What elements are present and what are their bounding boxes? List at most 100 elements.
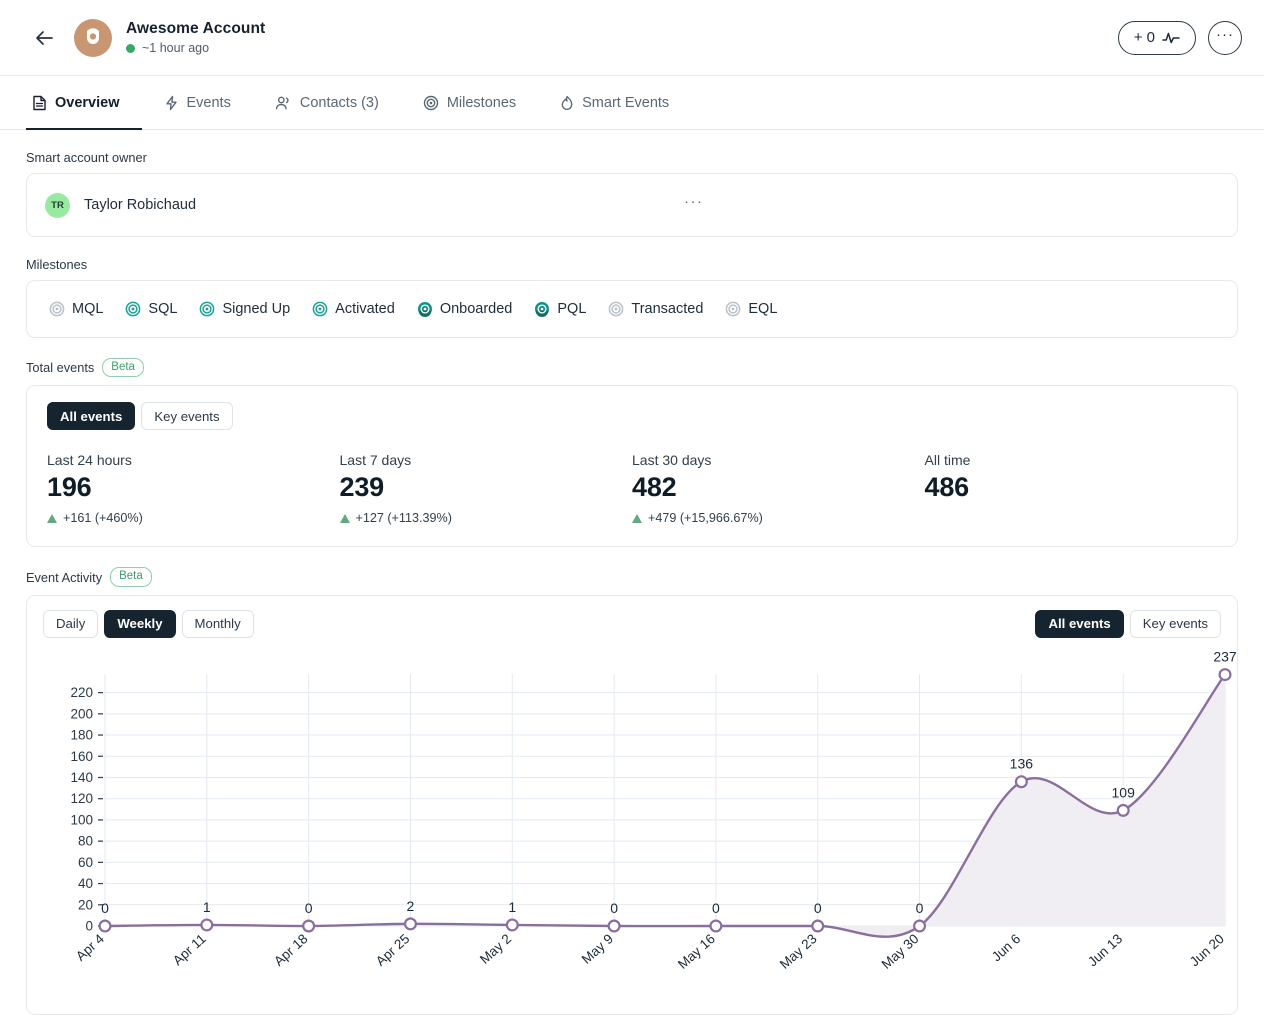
status-dot-icon	[126, 44, 135, 53]
data-point	[914, 920, 925, 931]
header-more-button[interactable]: ···	[1208, 21, 1242, 55]
stat-delta-text: +127 (+113.39%)	[356, 511, 452, 525]
stat-delta-text: +161 (+460%)	[63, 511, 143, 525]
trend-up-icon	[47, 514, 57, 523]
milestone-onboarded-label: Onboarded	[440, 301, 513, 317]
granularity-monthly[interactable]: Monthly	[182, 610, 254, 638]
filter-key-events[interactable]: Key events	[141, 402, 232, 430]
tab-overview-label: Overview	[55, 95, 120, 111]
chart-filter-group: All events Key events	[1035, 610, 1221, 638]
tab-smart-events-label: Smart Events	[582, 95, 669, 111]
account-name: Awesome Account	[126, 20, 265, 38]
data-point-label: 0	[712, 900, 720, 916]
stat-all-time: All time 486	[925, 452, 1218, 526]
document-icon	[32, 95, 47, 111]
data-point-label: 1	[508, 899, 516, 915]
owner-card: TR Taylor Robichaud ···	[26, 173, 1238, 237]
target-icon	[312, 301, 328, 317]
line-chart-svg: 0204060801001201401601802002200102100001…	[43, 652, 1239, 1004]
stat-delta: +161 (+460%)	[47, 510, 340, 526]
bolt-icon	[164, 95, 179, 111]
data-point	[711, 920, 722, 931]
stat-last-24-hours: Last 24 hours 196 +161 (+460%)	[47, 452, 340, 526]
account-avatar	[74, 19, 112, 57]
stat-last-7-days: Last 7 days 239 +127 (+113.39%)	[340, 452, 633, 526]
stat-label: Last 30 days	[632, 452, 925, 468]
tab-overview[interactable]: Overview	[26, 77, 142, 130]
target-filled-icon	[534, 301, 550, 317]
target-icon	[608, 301, 624, 317]
y-axis-label: 140	[70, 770, 93, 785]
x-axis-label: Jun 13	[1085, 931, 1125, 969]
account-meta: Awesome Account ~1 hour ago	[126, 20, 265, 55]
last-seen-text: ~1 hour ago	[142, 41, 209, 55]
milestone-activated[interactable]: Activated	[306, 301, 401, 317]
data-point-label: 237	[1213, 652, 1237, 665]
milestone-pql[interactable]: PQL	[528, 301, 592, 317]
data-point-label: 109	[1112, 784, 1136, 800]
owner-more-button[interactable]: ···	[684, 193, 704, 217]
back-button[interactable]	[30, 24, 58, 52]
beta-badge: Beta	[102, 358, 144, 377]
milestone-transacted-label: Transacted	[631, 301, 703, 317]
owner-section-label: Smart account owner	[26, 150, 1238, 165]
tab-milestones-label: Milestones	[447, 95, 516, 111]
x-axis-label: Apr 4	[73, 931, 107, 964]
y-axis-label: 0	[85, 918, 93, 933]
owner-label-text: Smart account owner	[26, 150, 147, 165]
milestone-signed-up[interactable]: Signed Up	[193, 301, 296, 317]
tab-smart-events[interactable]: Smart Events	[538, 77, 691, 130]
data-point	[507, 919, 518, 930]
stat-label: All time	[925, 452, 1218, 468]
tab-milestones[interactable]: Milestones	[401, 77, 538, 130]
stat-delta: +479 (+15,966.67%)	[632, 510, 925, 526]
target-icon	[725, 301, 741, 317]
page-header: Awesome Account ~1 hour ago + 0 ···	[0, 0, 1264, 76]
chart-filter-all-events[interactable]: All events	[1035, 610, 1123, 638]
data-point	[1016, 776, 1027, 787]
data-point	[201, 919, 212, 930]
milestone-eql[interactable]: EQL	[719, 301, 783, 317]
milestone-eql-label: EQL	[748, 301, 777, 317]
milestone-transacted[interactable]: Transacted	[602, 301, 709, 317]
milestones-section-label: Milestones	[26, 257, 1238, 272]
account-logo-icon	[83, 27, 103, 49]
milestone-activated-label: Activated	[335, 301, 395, 317]
data-point	[1118, 805, 1129, 816]
trend-up-icon	[632, 514, 642, 523]
chart-filter-key-events[interactable]: Key events	[1130, 610, 1221, 638]
owner-name: Taylor Robichaud	[84, 197, 196, 213]
add-activity-button[interactable]: + 0	[1118, 21, 1196, 55]
data-point	[303, 920, 314, 931]
data-point	[609, 920, 620, 931]
y-axis-label: 80	[78, 833, 93, 848]
milestone-signed-up-label: Signed Up	[222, 301, 290, 317]
x-axis-label: Apr 11	[170, 931, 209, 968]
milestone-onboarded[interactable]: Onboarded	[411, 301, 519, 317]
stat-value: 196	[47, 472, 340, 503]
y-axis-label: 200	[70, 706, 93, 721]
data-point-label: 0	[916, 900, 924, 916]
tab-contacts[interactable]: Contacts (3)	[253, 77, 401, 130]
people-icon	[275, 95, 292, 111]
event-activity-label-text: Event Activity	[26, 570, 102, 585]
x-axis-label: Jun 6	[989, 931, 1024, 964]
milestones-row: MQL SQL Signed Up	[27, 281, 1237, 337]
owner-row[interactable]: TR Taylor Robichaud ···	[27, 174, 1237, 236]
data-point-label: 136	[1010, 755, 1034, 771]
tab-events[interactable]: Events	[142, 77, 253, 130]
milestone-mql[interactable]: MQL	[43, 301, 109, 317]
chart-toolbar: Daily Weekly Monthly All events Key even…	[43, 610, 1221, 638]
milestones-label-text: Milestones	[26, 257, 87, 272]
y-axis-label: 60	[78, 855, 93, 870]
milestone-sql[interactable]: SQL	[119, 301, 183, 317]
y-axis-label: 120	[70, 791, 93, 806]
filter-all-events[interactable]: All events	[47, 402, 135, 430]
x-axis-label: May 23	[777, 931, 820, 972]
granularity-weekly[interactable]: Weekly	[104, 610, 175, 638]
target-icon	[49, 301, 65, 317]
tab-bar: Overview Events Contacts (3) Milestones …	[0, 76, 1264, 130]
granularity-daily[interactable]: Daily	[43, 610, 98, 638]
data-point	[1220, 669, 1231, 680]
stat-label: Last 24 hours	[47, 452, 340, 468]
